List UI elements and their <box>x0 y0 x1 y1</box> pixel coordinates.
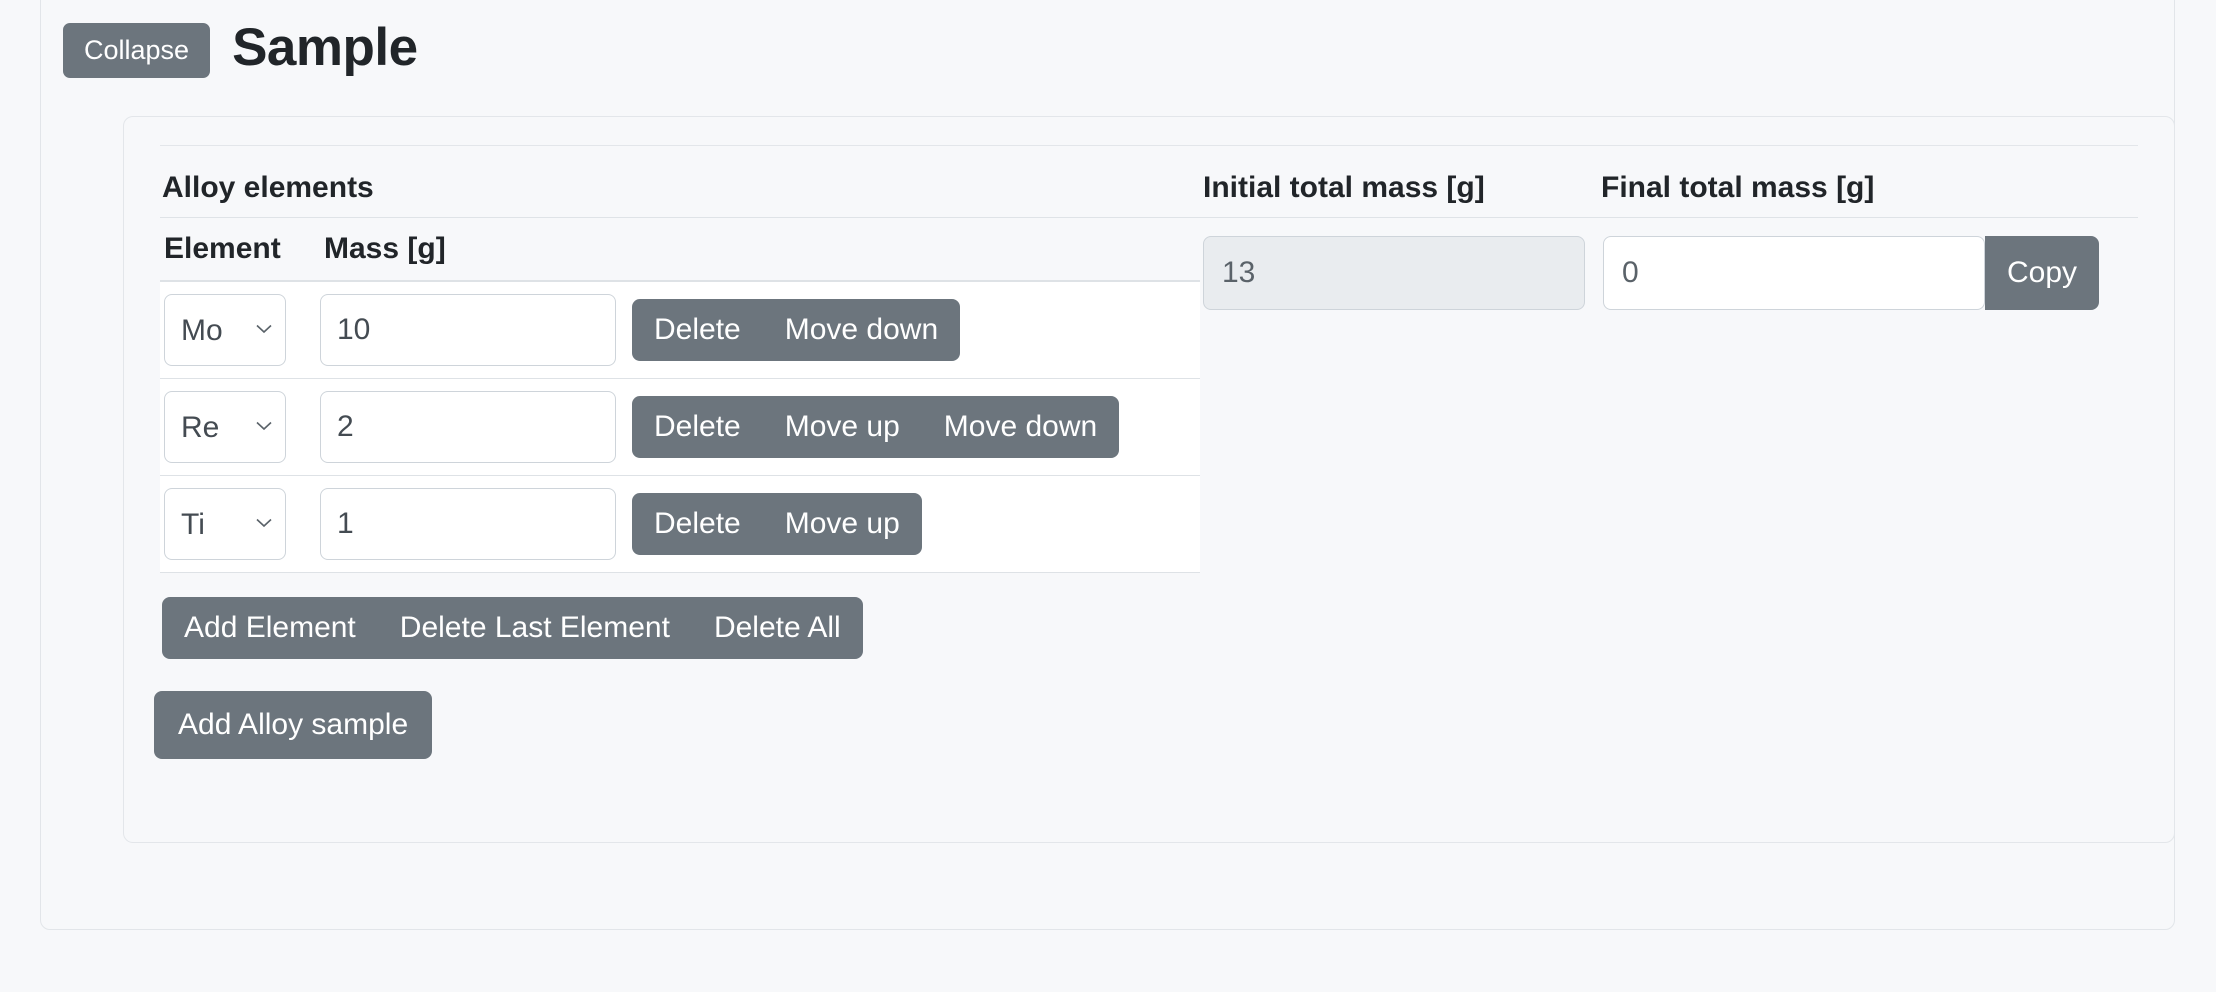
element-select[interactable]: Ti <box>164 488 286 560</box>
actions-cell: Delete Move up <box>620 476 1200 573</box>
card-header: Collapse Sample <box>41 0 2174 87</box>
mass-input[interactable] <box>320 294 616 366</box>
section-header-row: Alloy elements Initial total mass [g] Fi… <box>160 145 2138 218</box>
actions-cell: Delete Move down <box>620 281 1200 379</box>
app-root: Collapse Sample Alloy elements Initial t… <box>0 0 2216 992</box>
table-row: Re <box>160 379 1200 476</box>
row-action-group: Delete Move down <box>632 299 960 361</box>
column-header-mass: Mass [g] <box>308 218 1200 281</box>
elements-table: Element Mass [g] <box>160 218 1200 573</box>
final-total-mass-heading: Final total mass [g] <box>1601 171 1874 217</box>
row-action-group: Delete Move up Move down <box>632 396 1119 458</box>
final-total-mass-group: Copy <box>1603 236 2099 310</box>
element-cell: Re <box>160 379 308 476</box>
delete-row-button[interactable]: Delete <box>632 396 763 458</box>
sample-card: Collapse Sample Alloy elements Initial t… <box>40 0 2175 930</box>
alloy-panel: Alloy elements Initial total mass [g] Fi… <box>123 116 2175 843</box>
move-up-button[interactable]: Move up <box>763 396 922 458</box>
add-alloy-sample-button[interactable]: Add Alloy sample <box>154 691 432 759</box>
mass-input[interactable] <box>320 391 616 463</box>
elements-section: Element Mass [g] <box>160 218 1203 759</box>
add-element-button[interactable]: Add Element <box>162 597 378 659</box>
collapse-button[interactable]: Collapse <box>63 23 210 78</box>
move-down-button[interactable]: Move down <box>763 299 960 361</box>
delete-last-element-button[interactable]: Delete Last Element <box>378 597 692 659</box>
actions-cell: Delete Move up Move down <box>620 379 1200 476</box>
element-cell: Ti <box>160 476 308 573</box>
mass-cell <box>308 281 620 379</box>
initial-total-mass-input <box>1203 236 1585 310</box>
row-action-group: Delete Move up <box>632 493 922 555</box>
initial-total-mass-heading: Initial total mass [g] <box>1203 171 1601 217</box>
alloy-elements-heading: Alloy elements <box>160 171 1203 217</box>
panel-body: Element Mass [g] <box>160 218 2138 759</box>
add-alloy-sample-wrapper: Add Alloy sample <box>154 691 1203 759</box>
mass-input[interactable] <box>320 488 616 560</box>
element-select[interactable]: Re <box>164 391 286 463</box>
move-down-button[interactable]: Move down <box>922 396 1119 458</box>
final-total-mass-input[interactable] <box>1603 236 1985 310</box>
delete-all-button[interactable]: Delete All <box>692 597 863 659</box>
bulk-action-group: Add Element Delete Last Element Delete A… <box>162 597 1203 659</box>
mass-cell <box>308 379 620 476</box>
element-select-wrapper: Re <box>160 391 286 463</box>
totals-section: Copy <box>1203 218 2099 310</box>
delete-row-button[interactable]: Delete <box>632 493 763 555</box>
element-select-wrapper: Ti <box>160 488 286 560</box>
mass-cell <box>308 476 620 573</box>
column-header-element: Element <box>160 218 308 281</box>
bulk-action-buttons: Add Element Delete Last Element Delete A… <box>162 597 863 659</box>
table-header-row: Element Mass [g] <box>160 218 1200 281</box>
table-row: Mo <box>160 281 1200 379</box>
move-up-button[interactable]: Move up <box>763 493 922 555</box>
element-select-wrapper: Mo <box>160 294 286 366</box>
copy-button[interactable]: Copy <box>1985 236 2099 310</box>
page-title: Sample <box>232 21 418 80</box>
element-select[interactable]: Mo <box>164 294 286 366</box>
element-cell: Mo <box>160 281 308 379</box>
table-row: Ti <box>160 476 1200 573</box>
delete-row-button[interactable]: Delete <box>632 299 763 361</box>
